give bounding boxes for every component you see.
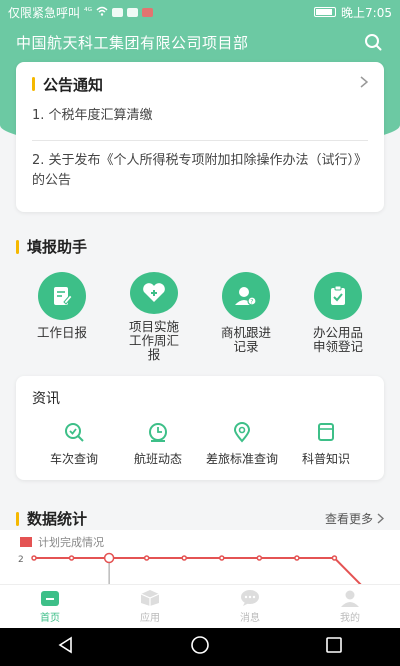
- status-bar: 仅限紧急呼叫 ⁴ᴳ 晚上7:05: [0, 0, 400, 24]
- nav-label: 应用: [140, 613, 160, 624]
- recents-button[interactable]: [325, 636, 343, 658]
- signal-text: ⁴ᴳ: [84, 7, 93, 17]
- view-more-label: 查看更多: [324, 512, 373, 526]
- info-card: 资讯 车次查询 航班动态 差旅标准查询 科普知识: [16, 376, 384, 480]
- notice-item[interactable]: 2. 关于发布《个人所得税专项附加扣除操作办法（试行）》的公告: [32, 151, 368, 191]
- helper-grid: 工作日报 项目实施工作周汇报 ? 商机跟进记录 办公用品申领登记: [16, 272, 384, 362]
- back-triangle-icon: [58, 636, 73, 654]
- apps-box-icon: [140, 589, 160, 607]
- recents-square-icon: [325, 637, 342, 653]
- legend-label: 计划完成情况: [38, 536, 104, 549]
- legend-swatch: [20, 537, 32, 547]
- search-check-icon: [62, 420, 86, 444]
- notice-title: 公告通知: [43, 75, 104, 94]
- info-item-travel-standard[interactable]: 差旅标准查询: [200, 420, 284, 467]
- clock-icon: [146, 420, 170, 444]
- clipboard-icon: [314, 272, 362, 320]
- nav-item-messages[interactable]: 消息: [220, 589, 280, 624]
- bottom-nav: 首页 应用 消息 我的: [0, 584, 400, 628]
- page-title: 中国航天科工集团有限公司项目部: [16, 33, 249, 52]
- series-line: [34, 557, 362, 584]
- helper-section-title: 填报助手: [16, 236, 87, 257]
- helper-item-weekly-report[interactable]: 项目实施工作周汇报: [108, 272, 200, 362]
- info-label: 航班动态: [133, 452, 182, 466]
- view-more-link[interactable]: 查看更多: [325, 510, 384, 527]
- section-marker: [32, 77, 35, 91]
- helper-item-daily-report[interactable]: 工作日报: [16, 272, 108, 362]
- stats-chart-area: 计划完成情况 2: [0, 530, 400, 584]
- search-button[interactable]: [362, 31, 384, 53]
- helper-label: 工作日报: [36, 325, 87, 340]
- chevron-right-icon: [377, 513, 384, 524]
- search-icon: [365, 34, 382, 51]
- info-label: 科普知识: [301, 452, 350, 466]
- book-icon: [314, 420, 338, 444]
- message-icon: [112, 7, 124, 17]
- stats-title: 数据统计: [27, 510, 88, 528]
- info-label: 差旅标准查询: [205, 452, 278, 466]
- notification-icon: [127, 7, 139, 17]
- svg-text:?: ?: [250, 299, 253, 306]
- location-pin-icon: [230, 420, 254, 444]
- heart-plus-icon: [130, 272, 178, 314]
- section-marker: [16, 239, 19, 254]
- data-point[interactable]: [103, 552, 115, 564]
- section-marker: [16, 511, 19, 526]
- nav-label: 我的: [340, 613, 360, 624]
- system-nav-bar: [0, 628, 400, 666]
- data-point[interactable]: [294, 555, 300, 561]
- y-tick-label: 2: [18, 555, 24, 565]
- home-icon: [40, 589, 60, 607]
- info-item-train[interactable]: 车次查询: [32, 420, 116, 467]
- battery-icon: [314, 7, 337, 17]
- nav-item-profile[interactable]: 我的: [320, 589, 380, 624]
- status-time: 晚上7:05: [341, 5, 392, 20]
- stats-section-title: 数据统计: [16, 508, 87, 529]
- wifi-icon: [96, 5, 108, 19]
- data-point[interactable]: [143, 555, 150, 561]
- carrier-text: 仅限紧急呼叫: [8, 5, 81, 20]
- data-point[interactable]: [219, 555, 225, 561]
- edit-icon: [38, 272, 86, 320]
- nav-label: 消息: [240, 613, 260, 624]
- nav-item-apps[interactable]: 应用: [120, 589, 180, 624]
- helper-label: 办公用品申领登记: [312, 325, 363, 354]
- app-notification-icon: [142, 7, 154, 17]
- user-icon: [340, 589, 360, 607]
- notice-card[interactable]: 公告通知 1. 个税年度汇算清缴 2. 关于发布《个人所得税专项附加扣除操作办法…: [16, 62, 384, 212]
- nav-item-home[interactable]: 首页: [20, 589, 80, 624]
- data-point[interactable]: [31, 555, 37, 561]
- info-label: 车次查询: [49, 452, 98, 466]
- home-circle-icon: [191, 636, 209, 654]
- home-system-button[interactable]: [190, 635, 210, 659]
- helper-label: 商机跟进记录: [220, 325, 271, 354]
- helper-label: 项目实施工作周汇报: [128, 319, 179, 362]
- info-title: 资讯: [32, 391, 60, 407]
- back-button[interactable]: [57, 636, 75, 658]
- info-item-flight[interactable]: 航班动态: [116, 420, 200, 467]
- notice-item[interactable]: 1. 个税年度汇算清缴: [32, 106, 368, 141]
- app-header: 中国航天科工集团有限公司项目部: [0, 26, 400, 58]
- chat-bubble-icon: [240, 589, 260, 607]
- chart-legend: 计划完成情况: [20, 534, 104, 550]
- data-point[interactable]: [256, 555, 263, 561]
- info-item-science[interactable]: 科普知识: [284, 420, 368, 467]
- helper-item-office-supplies[interactable]: 办公用品申领登记: [292, 272, 384, 362]
- helper-title: 填报助手: [27, 238, 88, 256]
- nav-label: 首页: [40, 613, 60, 624]
- user-question-icon: ?: [222, 272, 270, 320]
- data-point[interactable]: [331, 555, 338, 561]
- line-chart: 2: [18, 552, 362, 584]
- data-point[interactable]: [181, 555, 187, 561]
- chevron-right-icon[interactable]: [360, 76, 369, 92]
- data-point[interactable]: [68, 555, 75, 561]
- helper-item-opportunity[interactable]: ? 商机跟进记录: [200, 272, 292, 362]
